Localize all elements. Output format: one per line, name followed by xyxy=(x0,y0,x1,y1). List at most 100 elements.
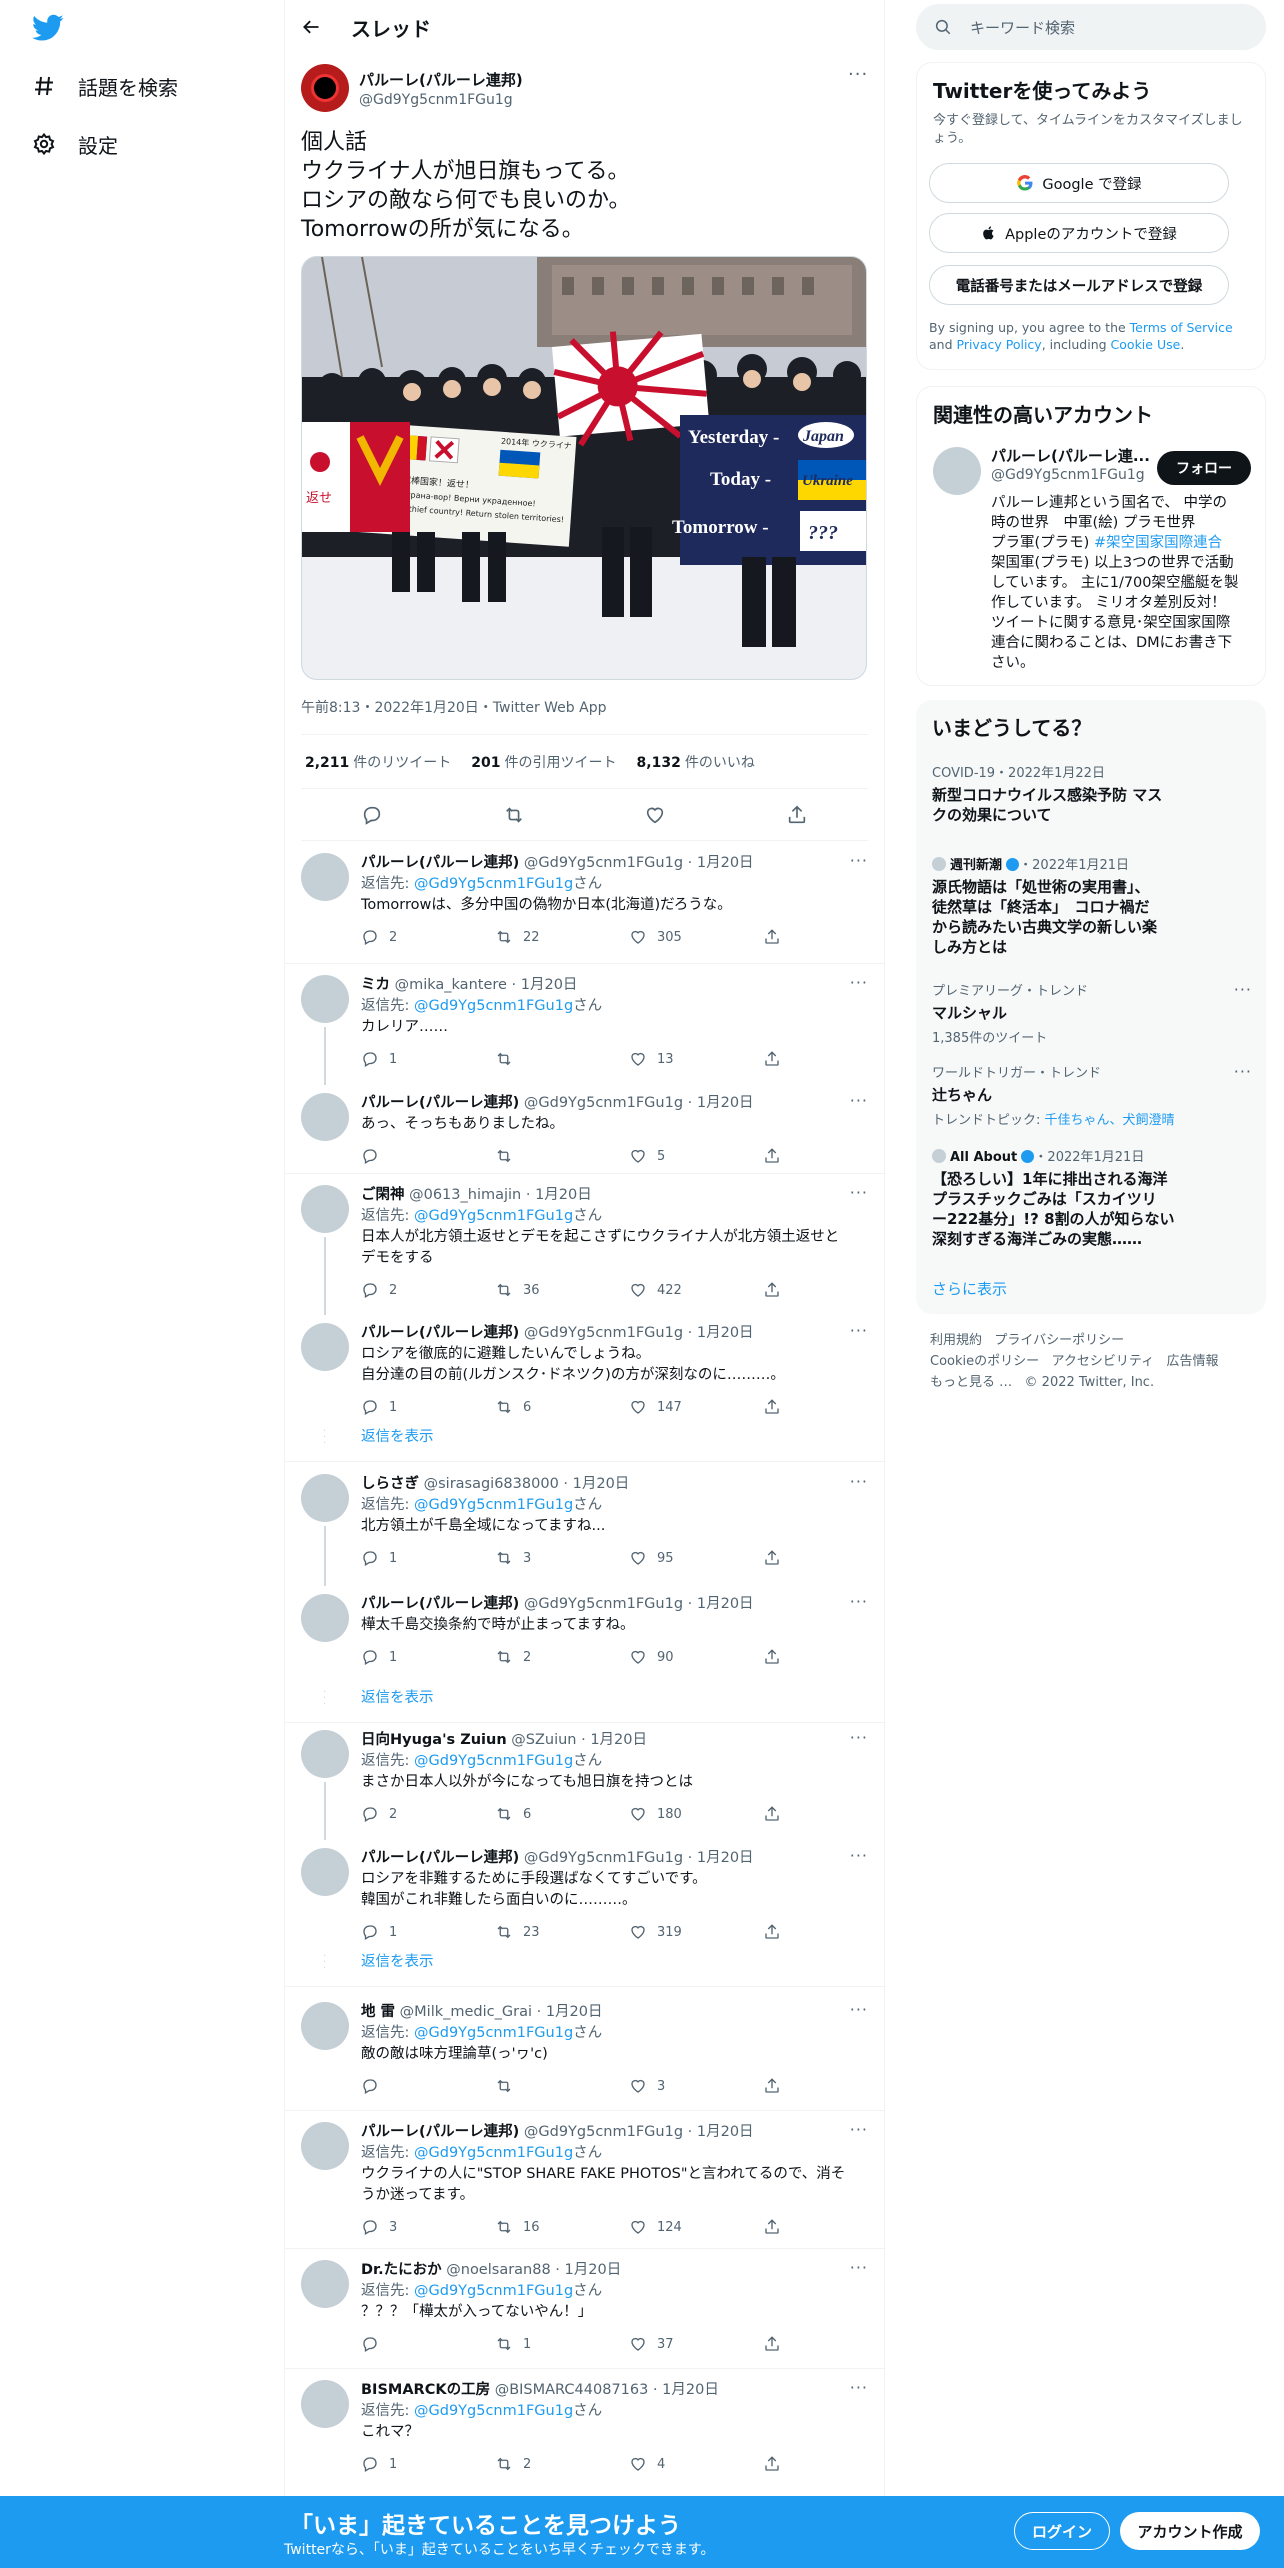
footer-terms-link[interactable]: 利用規約 xyxy=(930,1333,982,1348)
avatar[interactable] xyxy=(301,853,349,901)
share-button[interactable] xyxy=(763,1647,803,1667)
share-button[interactable] xyxy=(763,1397,803,1417)
like-button[interactable]: 305 xyxy=(629,927,763,947)
share-button[interactable] xyxy=(763,2454,803,2474)
reply-button[interactable]: 2 xyxy=(361,1280,495,1300)
reply-button[interactable]: 1 xyxy=(361,1049,495,1069)
reply-author-name[interactable]: パルーレ(パルーレ連邦) xyxy=(361,1325,519,1341)
more-options-icon[interactable]: ··· xyxy=(850,1472,868,1491)
reply-author-name[interactable]: 地 雷 xyxy=(361,2004,395,2020)
twitter-bird-logo-icon[interactable] xyxy=(32,14,64,42)
trend-item[interactable]: 週刊新潮 ・2022年1月21日 源氏物語は「処世術の実用書」、 徒然草は「終活本… xyxy=(932,854,1252,957)
retweet-button[interactable]: 23 xyxy=(495,1922,629,1942)
share-button[interactable] xyxy=(763,1548,803,1568)
reply-tweet[interactable]: 日向Hyuga's Zuiun @SZuiun · 1月20日 ··· 返信先: @… xyxy=(285,1718,884,1840)
retweet-button[interactable]: 6 xyxy=(495,1804,629,1824)
more-options-icon[interactable]: ··· xyxy=(850,2378,868,2397)
like-button[interactable]: 319 xyxy=(629,1922,763,1942)
avatar[interactable] xyxy=(301,64,349,112)
author-handle[interactable]: @Gd9Yg5cnm1FGu1g xyxy=(359,92,523,108)
more-options-icon[interactable]: ··· xyxy=(850,1091,868,1110)
avatar[interactable] xyxy=(301,1730,349,1778)
share-button[interactable] xyxy=(763,1146,803,1166)
reply-author-name[interactable]: しらさぎ xyxy=(361,1476,419,1492)
reply-to-handle-link[interactable]: @Gd9Yg5cnm1FGu1g xyxy=(414,2283,573,2299)
avatar[interactable] xyxy=(301,2260,349,2308)
share-button[interactable] xyxy=(763,1804,803,1824)
tweet-timestamp[interactable]: 午前8:13・2022年1月20日・Twitter Web App xyxy=(301,697,868,735)
reply-author-name[interactable]: パルーレ(パルーレ連邦) xyxy=(361,1850,519,1866)
reply-button[interactable]: 2 xyxy=(361,927,495,947)
reply-author-name[interactable]: パルーレ(パルーレ連邦) xyxy=(361,855,519,871)
more-options-icon[interactable]: ··· xyxy=(850,851,868,870)
retweet-button[interactable]: 36 xyxy=(495,1280,629,1300)
reply-author-meta[interactable]: @0613_himajin · 1月20日 xyxy=(409,1187,592,1203)
reply-tweet[interactable]: しらさぎ @sirasagi6838000 · 1月20日 ··· 返信先: @Gd… xyxy=(285,1462,884,1586)
footer-ads-link[interactable]: 広告情報 xyxy=(1167,1354,1219,1369)
google-signup-button[interactable]: Google で登録 xyxy=(929,163,1229,203)
share-button[interactable] xyxy=(763,2076,803,2096)
login-button[interactable]: ログイン xyxy=(1014,2512,1110,2550)
reply-button[interactable]: 1 xyxy=(361,2454,495,2474)
reply-author-name[interactable]: パルーレ(パルーレ連邦) xyxy=(361,1095,519,1111)
reply-tweet[interactable]: パルーレ(パルーレ連邦) @Gd9Yg5cnm1FGu1g · 1月20日 ···… xyxy=(285,841,884,963)
footer-cookie-link[interactable]: Cookieのポリシー xyxy=(930,1354,1039,1369)
like-button[interactable]: 90 xyxy=(629,1647,763,1667)
reply-author-name[interactable]: 日向Hyuga's Zuiun xyxy=(361,1732,507,1748)
reply-author-meta[interactable]: @noelsaran88 · 1月20日 xyxy=(446,2262,621,2278)
footer-privacy-link[interactable]: プライバシーポリシー xyxy=(994,1333,1124,1348)
share-button[interactable] xyxy=(763,1922,803,1942)
reply-author-name[interactable]: パルーレ(パルーレ連邦) xyxy=(361,2124,519,2140)
reply-to-handle-link[interactable]: @Gd9Yg5cnm1FGu1g xyxy=(414,1497,573,1513)
more-options-icon[interactable]: ··· xyxy=(850,2000,868,2019)
reply-author-name[interactable]: パルーレ(パルーレ連邦) xyxy=(361,1596,519,1612)
reply-to-handle-link[interactable]: @Gd9Yg5cnm1FGu1g xyxy=(414,2403,573,2419)
reply-button[interactable]: 1 xyxy=(361,1647,495,1667)
reply-to-handle-link[interactable]: @Gd9Yg5cnm1FGu1g xyxy=(414,1753,573,1769)
more-options-icon[interactable]: ··· xyxy=(1234,1062,1252,1081)
like-count-link[interactable]: 8,132 件のいいね xyxy=(637,752,755,772)
retweet-button[interactable]: 3 xyxy=(495,1548,629,1568)
reply-author-name[interactable]: Dr.たにおか xyxy=(361,2262,442,2278)
like-button[interactable]: 180 xyxy=(629,1804,763,1824)
reply-tweet[interactable]: Dr.たにおか @noelsaran88 · 1月20日 ··· 返信先: @Gd9… xyxy=(285,2248,884,2368)
reply-button[interactable]: 1 xyxy=(361,1397,495,1417)
reply-to-handle-link[interactable]: @Gd9Yg5cnm1FGu1g xyxy=(414,2145,573,2161)
reply-to-handle-link[interactable]: @Gd9Yg5cnm1FGu1g xyxy=(414,1208,573,1224)
search-box[interactable]: キーワード検索 xyxy=(916,4,1266,50)
like-button[interactable]: 3 xyxy=(629,2076,763,2096)
reply-author-meta[interactable]: @Gd9Yg5cnm1FGu1g · 1月20日 xyxy=(524,2124,754,2140)
share-button[interactable] xyxy=(763,2334,803,2354)
quote-count-link[interactable]: 201 件の引用ツイート xyxy=(471,752,616,772)
like-button[interactable]: 13 xyxy=(629,1049,763,1069)
terms-of-service-link[interactable]: Terms of Service xyxy=(1130,320,1233,335)
footer-accessibility-link[interactable]: アクセシビリティ xyxy=(1052,1354,1155,1369)
more-options-icon[interactable]: ··· xyxy=(848,66,868,90)
retweet-icon[interactable] xyxy=(503,804,525,826)
reply-author-name[interactable]: ミカ xyxy=(361,977,390,993)
reply-to-handle-link[interactable]: @Gd9Yg5cnm1FGu1g xyxy=(414,998,573,1014)
avatar[interactable] xyxy=(301,2002,349,2050)
avatar[interactable] xyxy=(933,447,981,495)
reply-author-meta[interactable]: @Gd9Yg5cnm1FGu1g · 1月20日 xyxy=(524,1325,754,1341)
more-options-icon[interactable]: ··· xyxy=(850,1846,868,1865)
cookie-use-link[interactable]: Cookie Use xyxy=(1111,337,1181,352)
like-button[interactable]: 422 xyxy=(629,1280,763,1300)
reply-author-name[interactable]: BISMARCKの工房 xyxy=(361,2382,490,2398)
retweet-count-link[interactable]: 2,211 件のリツイート xyxy=(305,752,451,772)
share-button[interactable] xyxy=(763,1049,803,1069)
retweet-button[interactable]: 2 xyxy=(495,1647,629,1667)
share-button[interactable] xyxy=(763,927,803,947)
reply-tweet[interactable]: BISMARCKの工房 @BISMARC44087163 · 1月20日 ··· 返… xyxy=(285,2368,884,2496)
follow-button[interactable]: フォロー xyxy=(1157,451,1251,485)
reply-author-name[interactable]: ご閑神 xyxy=(361,1187,405,1203)
account-name[interactable]: パルーレ(パルーレ連... xyxy=(991,445,1150,466)
more-options-icon[interactable]: ··· xyxy=(850,973,868,992)
more-options-icon[interactable]: ··· xyxy=(1234,980,1252,999)
reply-button[interactable] xyxy=(361,2076,495,2096)
reply-author-meta[interactable]: @Gd9Yg5cnm1FGu1g · 1月20日 xyxy=(524,855,754,871)
show-replies-link[interactable]: 返信を表示 xyxy=(361,1686,434,1707)
trend-item[interactable]: ワールドトリガー・トレンド 辻ちゃん トレンドトピック: 千佳ちゃん、犬飼澄晴 … xyxy=(932,1062,1252,1128)
reply-button[interactable]: 1 xyxy=(361,1922,495,1942)
retweet-button[interactable] xyxy=(495,1146,629,1166)
